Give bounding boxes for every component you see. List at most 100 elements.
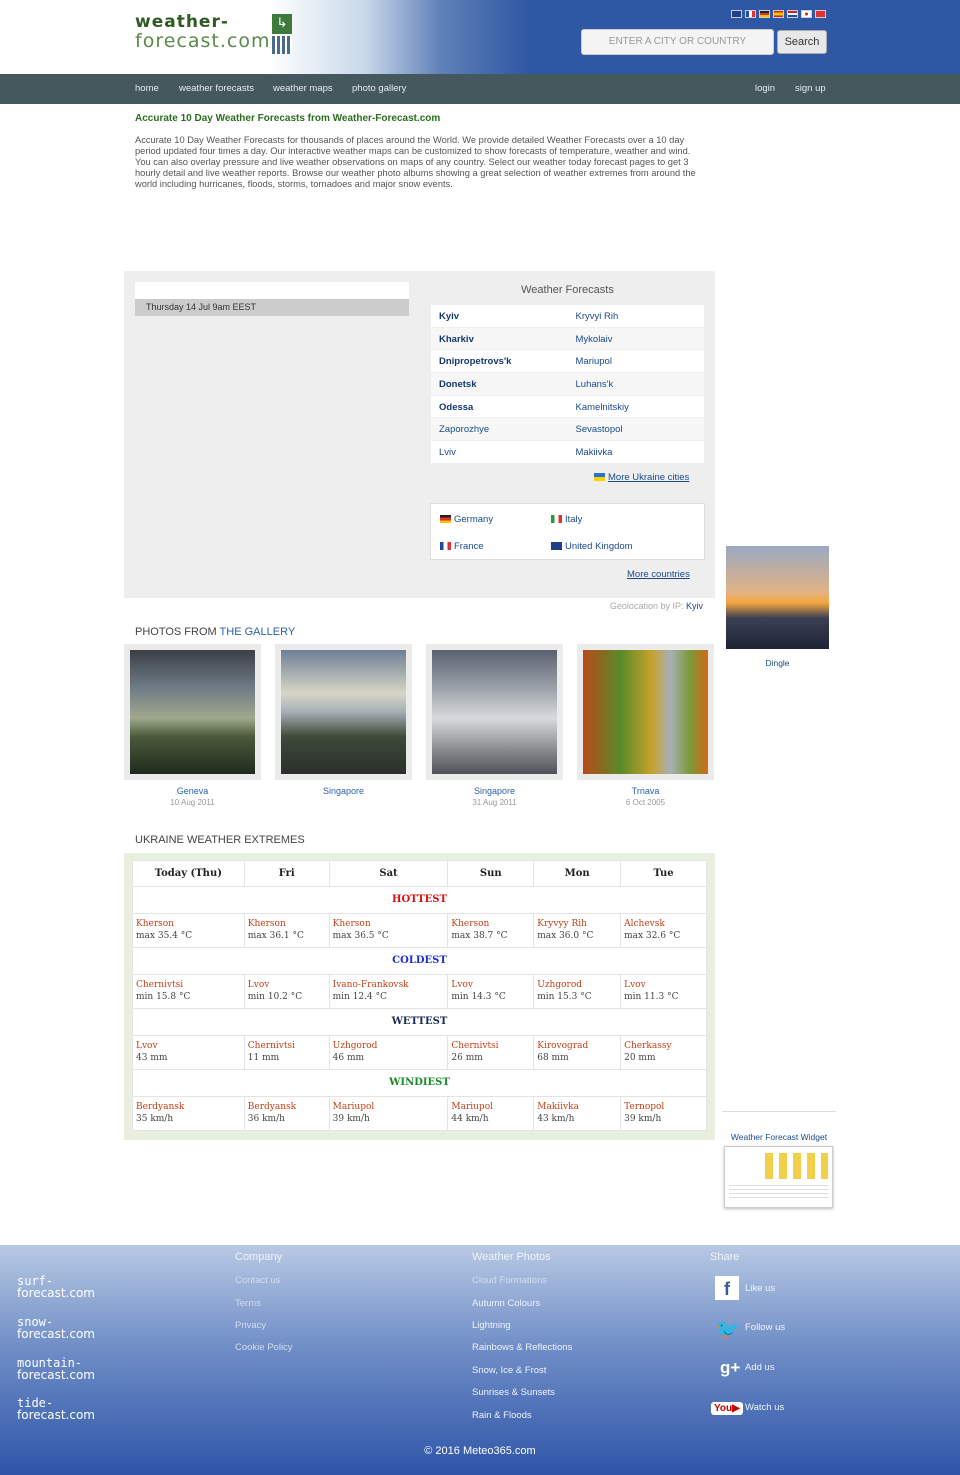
- gallery-photo[interactable]: [275, 644, 412, 780]
- twitter-icon[interactable]: 🐦: [715, 1317, 740, 1342]
- city-link[interactable]: Kryvyi Rih: [568, 305, 705, 327]
- flag-dutch-icon[interactable]: [787, 10, 798, 18]
- extreme-city[interactable]: Makiivka: [537, 1101, 617, 1113]
- extreme-city[interactable]: Lvov: [451, 979, 530, 991]
- country-united-kingdom[interactable]: United Kingdom: [551, 541, 633, 552]
- side-photo[interactable]: [726, 546, 829, 649]
- gallery-photo[interactable]: [426, 644, 563, 780]
- city-row: Odessa Kamelnitskiy: [431, 396, 704, 419]
- extreme-city[interactable]: Ternopol: [624, 1101, 703, 1113]
- extreme-city[interactable]: Mariupol: [451, 1101, 530, 1113]
- footer-link[interactable]: Rain & Floods: [472, 1410, 532, 1421]
- mountain-forecast-logo[interactable]: mountain-forecast.com: [17, 1357, 95, 1381]
- more-countries-link[interactable]: More countries: [627, 569, 690, 580]
- country-france[interactable]: France: [440, 541, 484, 552]
- nav-login[interactable]: login: [755, 83, 775, 94]
- surf-forecast-logo[interactable]: surf-forecast.com: [17, 1275, 95, 1299]
- google-plus-link[interactable]: Add us: [745, 1362, 775, 1373]
- facebook-icon[interactable]: f: [715, 1276, 739, 1300]
- footer-link[interactable]: Cookie Policy: [235, 1342, 293, 1353]
- extreme-city[interactable]: Uzhgorod: [333, 1040, 445, 1052]
- more-ukraine-cities-link[interactable]: More Ukraine cities: [594, 472, 689, 483]
- extreme-city[interactable]: Ivano-Frankovsk: [333, 979, 445, 991]
- widget-preview[interactable]: [724, 1146, 833, 1208]
- extreme-city[interactable]: Cherkassy: [624, 1040, 703, 1052]
- flag-french-icon[interactable]: [745, 10, 756, 18]
- widget-title[interactable]: Weather Forecast Widget: [722, 1132, 836, 1142]
- city-link[interactable]: Sevastopol: [568, 418, 705, 440]
- gallery-photo[interactable]: [124, 644, 261, 780]
- nav-signup[interactable]: sign up: [795, 83, 826, 94]
- country-italy[interactable]: Italy: [551, 514, 582, 525]
- flag-german-icon[interactable]: [759, 10, 770, 18]
- footer-link[interactable]: Sunrises & Sunsets: [472, 1387, 555, 1398]
- nav-photo-gallery[interactable]: photo gallery: [352, 83, 406, 94]
- flag-english-icon[interactable]: [731, 10, 742, 18]
- snow-forecast-logo[interactable]: snow-forecast.com: [17, 1316, 95, 1340]
- youtube-icon[interactable]: You▶: [711, 1402, 743, 1415]
- city-link[interactable]: Zaporozhye: [431, 418, 568, 440]
- youtube-link[interactable]: Watch us: [745, 1402, 784, 1413]
- extreme-city[interactable]: Berdyansk: [136, 1101, 241, 1113]
- footer-link[interactable]: Snow, Ice & Frost: [472, 1365, 546, 1376]
- nav-weather-maps[interactable]: weather maps: [273, 83, 333, 94]
- extreme-city[interactable]: Mariupol: [333, 1101, 445, 1113]
- search-button[interactable]: Search: [777, 30, 827, 54]
- extreme-city[interactable]: Berdyansk: [248, 1101, 326, 1113]
- gallery-title-link[interactable]: THE GALLERY: [220, 626, 296, 638]
- site-logo[interactable]: weather- forecast.com ↳: [135, 12, 292, 54]
- city-link[interactable]: Donetsk: [431, 373, 568, 395]
- extremes-group-row: WETTEST: [132, 1008, 707, 1036]
- extreme-city[interactable]: Kryvyy Rih: [537, 918, 617, 930]
- city-link[interactable]: Lviv: [431, 441, 568, 463]
- twitter-link[interactable]: Follow us: [745, 1322, 785, 1333]
- extreme-city[interactable]: Lvov: [248, 979, 326, 991]
- footer-link[interactable]: Cloud Formations: [472, 1275, 547, 1286]
- geo-city-link[interactable]: Kyiv: [686, 601, 703, 611]
- extreme-city[interactable]: Kherson: [248, 918, 326, 930]
- extreme-city[interactable]: Uzhgorod: [537, 979, 617, 991]
- google-plus-icon[interactable]: g+: [720, 1358, 740, 1378]
- city-link[interactable]: Luhans'k: [568, 373, 705, 395]
- city-link[interactable]: Kyiv: [431, 305, 568, 327]
- photo-place[interactable]: Singapore: [426, 785, 563, 797]
- extreme-city[interactable]: Lvov: [136, 1040, 241, 1052]
- city-link[interactable]: Mykolaiv: [568, 328, 705, 350]
- footer-link[interactable]: Rainbows & Reflections: [472, 1342, 572, 1353]
- city-link[interactable]: Kharkiv: [431, 328, 568, 350]
- extreme-city[interactable]: Alchevsk: [624, 918, 703, 930]
- extreme-city[interactable]: Kherson: [333, 918, 445, 930]
- city-link[interactable]: Dnipropetrovs'k: [431, 350, 568, 372]
- country-germany[interactable]: Germany: [440, 514, 493, 525]
- city-link[interactable]: Odessa: [431, 396, 568, 418]
- facebook-link[interactable]: Like us: [745, 1283, 775, 1294]
- extreme-city[interactable]: Chernivtsi: [136, 979, 241, 991]
- nav-home[interactable]: home: [135, 83, 159, 94]
- nav-weather-forecasts[interactable]: weather forecasts: [179, 83, 254, 94]
- extreme-cell: Berdyansk 35 km/h: [132, 1096, 245, 1131]
- gallery-photo[interactable]: [577, 644, 714, 780]
- tide-forecast-logo[interactable]: tide-forecast.com: [17, 1397, 95, 1421]
- city-link[interactable]: Kamelnitskiy: [568, 396, 705, 418]
- flag-chinese-icon[interactable]: [815, 10, 826, 18]
- footer-link[interactable]: Privacy: [235, 1320, 266, 1331]
- photo-place[interactable]: Geneva: [124, 785, 261, 797]
- flag-japanese-icon[interactable]: [801, 10, 812, 18]
- flag-spanish-icon[interactable]: [773, 10, 784, 18]
- footer-link[interactable]: Terms: [235, 1298, 261, 1309]
- side-photo-caption[interactable]: Dingle: [726, 658, 829, 668]
- extreme-city[interactable]: Chernivtsi: [451, 1040, 530, 1052]
- photo-place[interactable]: Singapore: [275, 785, 412, 797]
- extreme-city[interactable]: Lvov: [624, 979, 703, 991]
- photo-place[interactable]: Trnava: [577, 785, 714, 797]
- city-link[interactable]: Makiivka: [568, 441, 705, 463]
- extreme-city[interactable]: Kirovograd: [537, 1040, 617, 1052]
- footer-link[interactable]: Lightning: [472, 1320, 511, 1331]
- footer-link[interactable]: Autumn Colours: [472, 1298, 540, 1309]
- extreme-city[interactable]: Kherson: [451, 918, 530, 930]
- search-input[interactable]: ENTER A CITY OR COUNTRY: [581, 29, 774, 55]
- city-link[interactable]: Mariupol: [568, 350, 705, 372]
- extreme-city[interactable]: Chernivtsi: [248, 1040, 326, 1052]
- footer-link[interactable]: Contact us: [235, 1275, 280, 1286]
- extreme-city[interactable]: Kherson: [136, 918, 241, 930]
